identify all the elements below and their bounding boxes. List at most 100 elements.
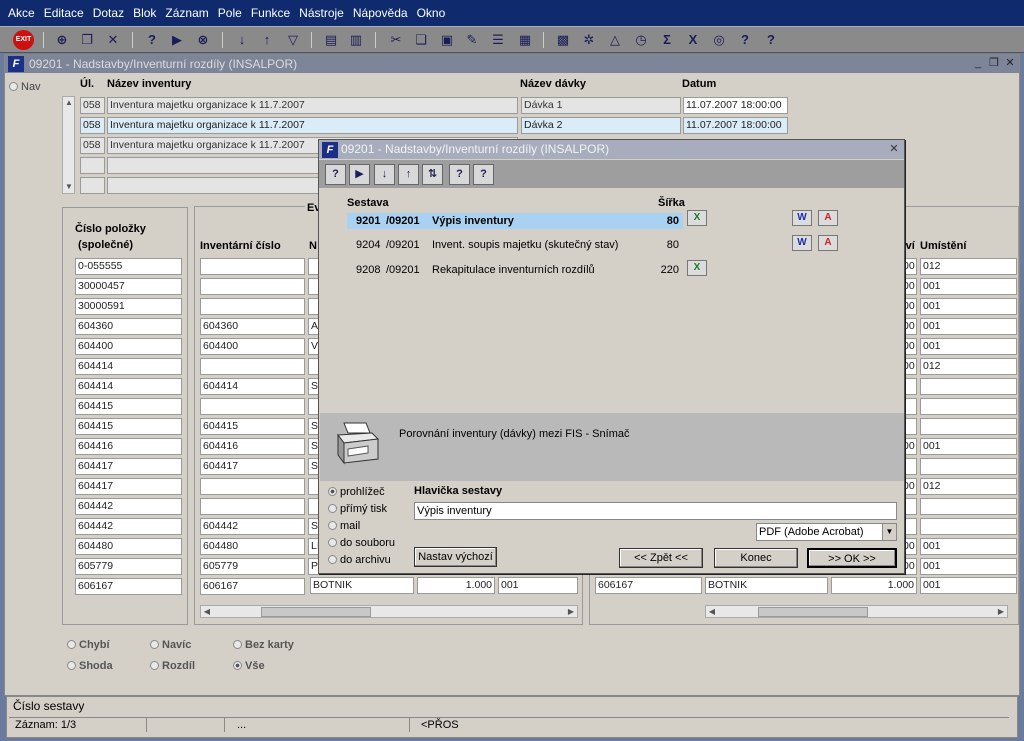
filter-extra[interactable]: Navíc — [150, 639, 191, 651]
nav-panel[interactable]: Nav — [9, 81, 59, 93]
cut-icon[interactable]: ✂ — [386, 30, 406, 50]
report-row[interactable]: 9204 /09201 Invent. soupis majetku (skut… — [347, 237, 683, 253]
help-icon[interactable]: ? — [449, 164, 470, 185]
row2-batch[interactable]: Dávka 2 — [521, 117, 681, 134]
excel-icon[interactable]: X — [687, 260, 707, 276]
delete-record-icon[interactable]: ✕ — [103, 30, 123, 50]
help-context-icon[interactable]: ? — [473, 164, 494, 185]
word-icon[interactable]: W — [792, 235, 812, 251]
radio-icon[interactable] — [328, 521, 337, 530]
inventory-number-cell[interactable]: 604480 — [200, 538, 305, 555]
right-last-quantity[interactable]: 1.000 — [831, 577, 917, 594]
menu-napoveda[interactable]: Nápověda — [353, 6, 408, 20]
radio-icon[interactable] — [328, 538, 337, 547]
list-icon[interactable]: ☰ — [488, 30, 508, 50]
inventory-number-cell[interactable]: 604416 — [200, 438, 305, 455]
inventory-number-cell[interactable]: 604414 — [200, 378, 305, 395]
menu-pole[interactable]: Pole — [218, 6, 242, 20]
cancel-query-icon[interactable]: ⊗ — [193, 30, 213, 50]
output-mail[interactable]: mail — [328, 520, 360, 532]
right-last-location[interactable]: 001 — [920, 577, 1017, 594]
scroll-thumb[interactable] — [261, 607, 371, 617]
help-icon[interactable]: ? — [761, 30, 781, 50]
filter-match[interactable]: Shoda — [67, 660, 113, 672]
dialog-close-icon[interactable]: ✕ — [887, 142, 901, 156]
item-number-cell[interactable]: 604416 — [75, 438, 182, 455]
right-last-inv[interactable]: 606167 — [595, 577, 702, 594]
menu-blok[interactable]: Blok — [133, 6, 156, 20]
insert-record-icon[interactable]: ⊕ — [52, 30, 72, 50]
menu-akce[interactable]: Akce — [8, 6, 35, 20]
item-number-cell[interactable]: 604400 — [75, 338, 182, 355]
ok-button[interactable]: >> OK >> — [807, 548, 897, 568]
location-cell[interactable]: 001 — [920, 278, 1017, 295]
item-number-cell[interactable]: 604360 — [75, 318, 182, 335]
item-number-cell[interactable]: 604414 — [75, 358, 182, 375]
output-viewer[interactable]: prohlížeč — [328, 486, 385, 498]
format-select[interactable]: PDF (Adobe Acrobat) ▼ — [756, 523, 897, 541]
menu-zaznam[interactable]: Záznam — [165, 6, 208, 20]
inventory-number-cell[interactable] — [200, 258, 305, 275]
inventory-number-cell[interactable]: 604442 — [200, 518, 305, 535]
item-number-cell[interactable]: 0-055555 — [75, 258, 182, 275]
menu-funkce[interactable]: Funkce — [251, 6, 290, 20]
filter-difference[interactable]: Rozdíl — [150, 660, 195, 672]
triangle-icon[interactable]: △ — [605, 30, 625, 50]
menu-okno[interactable]: Okno — [417, 6, 446, 20]
location-cell[interactable] — [920, 498, 1017, 515]
execute-query-icon[interactable]: ▶ — [349, 164, 370, 185]
query-icon[interactable]: ? — [325, 164, 346, 185]
item-number-cell[interactable]: 30000591 — [75, 298, 182, 315]
location-cell[interactable]: 001 — [920, 558, 1017, 575]
radio-icon[interactable] — [328, 555, 337, 564]
scroll-right-icon[interactable]: ▶ — [565, 606, 577, 617]
inventory-number-cell[interactable] — [200, 478, 305, 495]
sort-descending-icon[interactable]: ↑ — [257, 30, 277, 50]
scroll-thumb[interactable] — [758, 607, 868, 617]
radio-icon[interactable] — [67, 640, 76, 649]
internet-icon[interactable]: ◎ — [709, 30, 729, 50]
item-number-cell[interactable]: 604417 — [75, 458, 182, 475]
set-default-button[interactable]: Nastav výchozí — [414, 547, 497, 567]
output-file[interactable]: do souboru — [328, 537, 395, 549]
filter-all[interactable]: Vše — [233, 660, 265, 672]
mid-horizontal-scrollbar[interactable]: ◀ ▶ — [200, 605, 578, 618]
row5-ul[interactable] — [80, 177, 105, 194]
sort-multiple-icon[interactable]: ⇅ — [422, 164, 443, 185]
item-number-cell[interactable]: 604415 — [75, 418, 182, 435]
item-number-cell[interactable]: 606167 — [75, 578, 182, 595]
tools-icon[interactable]: ✲ — [579, 30, 599, 50]
radio-icon[interactable] — [150, 640, 159, 649]
inventory-number-cell[interactable]: 604415 — [200, 418, 305, 435]
sort-ascending-icon[interactable]: ↓ — [232, 30, 252, 50]
row3-ul[interactable]: 058 — [80, 137, 105, 154]
report-header-input[interactable]: Výpis inventury — [414, 502, 897, 520]
duplicate-record-icon[interactable]: ❐ — [77, 30, 97, 50]
item-number-cell[interactable]: 604480 — [75, 538, 182, 555]
location-cell[interactable]: 001 — [920, 538, 1017, 555]
word-icon[interactable]: W — [792, 210, 812, 226]
sum-icon[interactable]: Σ — [657, 30, 677, 50]
item-number-cell[interactable]: 30000457 — [75, 278, 182, 295]
output-archive[interactable]: do archivu — [328, 554, 391, 566]
calculator-icon[interactable]: ▩ — [553, 30, 573, 50]
inventory-number-cell[interactable] — [200, 398, 305, 415]
item-number-cell[interactable]: 604442 — [75, 498, 182, 515]
location-cell[interactable]: 001 — [920, 318, 1017, 335]
location-cell[interactable]: 012 — [920, 358, 1017, 375]
radio-selected-icon[interactable] — [328, 487, 337, 496]
right-last-name[interactable]: BOTNIK — [705, 577, 828, 594]
scroll-down-icon[interactable]: ▼ — [63, 181, 75, 192]
scroll-right-icon[interactable]: ▶ — [995, 606, 1007, 617]
scroll-left-icon[interactable]: ◀ — [201, 606, 213, 617]
inventory-number-cell[interactable] — [200, 358, 305, 375]
row2-date[interactable]: 11.07.2007 18:00:00 — [683, 117, 788, 134]
filter-no-card[interactable]: Bez karty — [233, 639, 294, 651]
columns-icon[interactable]: ▦ — [515, 30, 535, 50]
item-number-cell[interactable]: 604415 — [75, 398, 182, 415]
radio-icon[interactable] — [233, 640, 242, 649]
location-cell[interactable] — [920, 398, 1017, 415]
radio-selected-icon[interactable] — [233, 661, 242, 670]
last-name[interactable]: BOTNIK — [310, 577, 414, 594]
row1-name[interactable]: Inventura majetku organizace k 11.7.2007 — [107, 97, 518, 114]
